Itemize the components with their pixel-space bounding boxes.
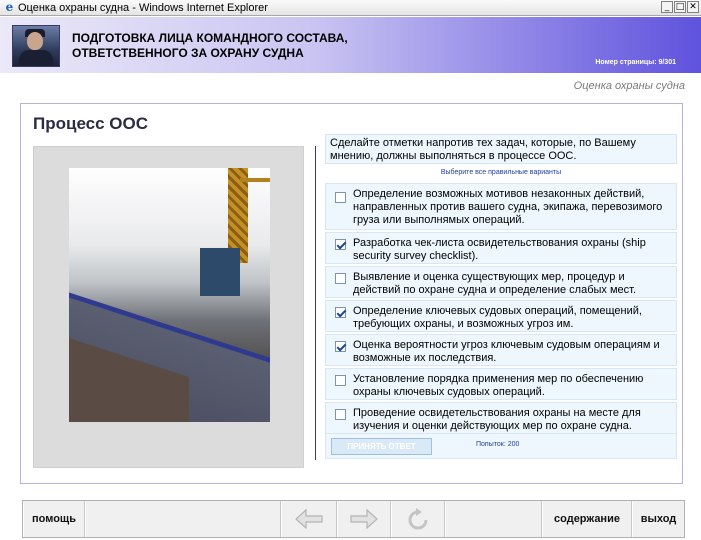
checkbox[interactable] [335, 341, 346, 352]
answer-option[interactable]: Проведение освидетельствования охраны на… [325, 402, 677, 434]
arrow-right-icon [350, 508, 378, 530]
reload-icon [408, 508, 428, 530]
attempts-counter: Попыток: 200 [476, 441, 520, 448]
photo-frame [33, 146, 304, 468]
help-button[interactable]: помощь [23, 501, 85, 537]
footer-spacer [445, 501, 542, 537]
section-subtitle: Оценка охраны судна [573, 80, 685, 92]
maximize-button[interactable]: □ [674, 1, 686, 13]
answer-option[interactable]: Разработка чек-листа освидетельствования… [325, 232, 677, 264]
answer-option[interactable]: Установление порядка применения мер по о… [325, 368, 677, 400]
course-title-line2: ОТВЕТСТВЕННОГО ЗА ОХРАНУ СУДНА [72, 46, 304, 60]
answer-option-text: Определение ключевых судовых операций, п… [353, 305, 642, 330]
exit-button[interactable]: выход [632, 501, 684, 537]
footer-navbar: помощь содержание выход [22, 500, 685, 538]
checkbox[interactable] [335, 307, 346, 318]
window-titlebar: e Оценка охраны судна - Windows Internet… [0, 0, 701, 16]
content-panel: Процесс ООС Сделайте отметки напротив те… [20, 103, 683, 484]
answer-option-text: Проведение освидетельствования охраны на… [353, 407, 641, 432]
page-title: Процесс ООС [33, 114, 149, 133]
footer-spacer [85, 501, 281, 537]
answer-option[interactable]: Определение возможных мотивов незаконных… [325, 183, 677, 230]
course-title: ПОДГОТОВКА ЛИЦА КОМАНДНОГО СОСТАВА, ОТВЕ… [72, 31, 432, 61]
prev-page-button[interactable] [281, 501, 337, 537]
checkbox[interactable] [335, 409, 346, 420]
checkbox[interactable] [335, 273, 346, 284]
ie-icon: e [5, 0, 14, 14]
answer-option[interactable]: Оценка вероятности угроз ключевым судовы… [325, 334, 677, 366]
officer-logo-icon [12, 25, 60, 67]
answer-option[interactable]: Выявление и оценка существующих мер, про… [325, 266, 677, 298]
minimize-button[interactable]: _ [661, 1, 673, 13]
answer-option-text: Определение возможных мотивов незаконных… [353, 188, 663, 226]
ship-deck-photo [69, 168, 270, 422]
submit-row: ПРИНЯТЬ ОТВЕТ Попыток: 200 [325, 433, 677, 459]
checkbox[interactable] [335, 239, 346, 250]
checkbox[interactable] [335, 192, 346, 203]
page-number: Номер страницы: 9/301 [595, 59, 676, 66]
close-button[interactable]: ✕ [687, 1, 699, 13]
course-title-line1: ПОДГОТОВКА ЛИЦА КОМАНДНОГО СОСТАВА, [72, 31, 348, 45]
question-hint: Выберите все правильные варианты [440, 169, 562, 176]
question-instruction: Сделайте отметки напротив тех задач, кот… [325, 134, 677, 164]
contents-button[interactable]: содержание [542, 501, 632, 537]
answer-option-text: Выявление и оценка существующих мер, про… [353, 271, 637, 296]
vertical-divider [315, 146, 316, 460]
window-title: Оценка охраны судна - Windows Internet E… [18, 2, 268, 14]
submit-answer-button[interactable]: ПРИНЯТЬ ОТВЕТ [331, 438, 432, 455]
checkbox[interactable] [335, 375, 346, 386]
answer-option-text: Разработка чек-листа освидетельствования… [353, 237, 646, 262]
next-page-button[interactable] [337, 501, 391, 537]
answer-option-text: Установление порядка применения мер по о… [353, 373, 644, 398]
reload-button[interactable] [391, 501, 445, 537]
arrow-left-icon [295, 508, 323, 530]
answer-option-text: Оценка вероятности угроз ключевым судовы… [353, 339, 660, 364]
course-header: ПОДГОТОВКА ЛИЦА КОМАНДНОГО СОСТАВА, ОТВЕ… [0, 17, 701, 73]
answer-option[interactable]: Определение ключевых судовых операций, п… [325, 300, 677, 332]
